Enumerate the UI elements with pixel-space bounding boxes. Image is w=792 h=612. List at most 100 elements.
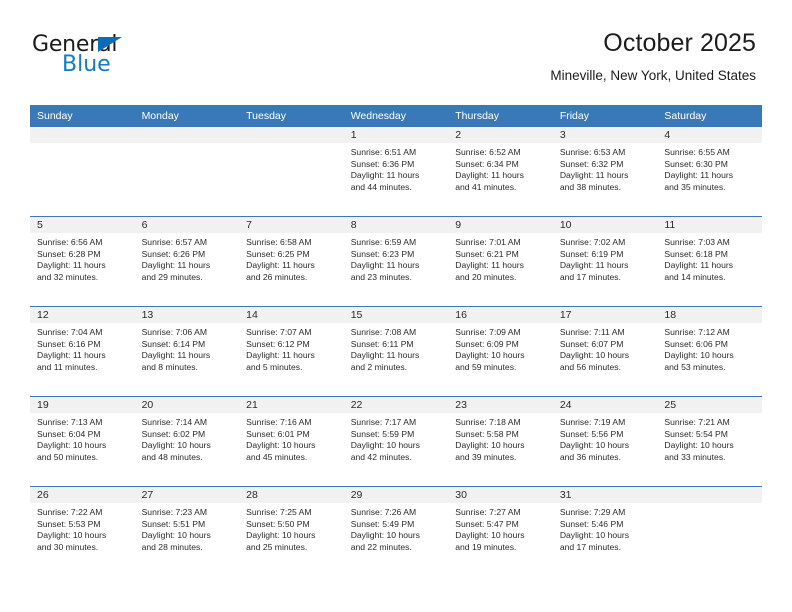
triangle-icon [98,37,122,52]
daylight-text-line2: and 26 minutes. [246,272,308,283]
day-cell[interactable]: 7 Sunrise: 6:58 AM Sunset: 6:25 PM Daylight… [239,216,344,307]
day-cell[interactable]: 20 Sunrise: 7:14 AM Sunset: 6:02 PM Dayligh… [134,396,240,487]
day-cell[interactable]: 12 Sunrise: 7:04 AM Sunset: 6:16 PM Dayligh… [30,306,135,397]
day-number: 5 [30,217,135,233]
day-cell[interactable]: 8 Sunrise: 6:59 AM Sunset: 6:23 PM Daylight… [343,216,449,307]
sunset-text: Sunset: 6:02 PM [141,428,206,439]
day-details: Sunrise: 6:51 AM Sunset: 6:36 PM Daylight:… [344,143,449,194]
daylight-text-line1: Daylight: 11 hours [141,350,211,361]
sunrise-text: Sunrise: 7:23 AM [141,507,208,517]
sunrise-text: Sunrise: 7:29 AM [559,507,626,517]
day-details: Sunrise: 6:53 AM Sunset: 6:32 PM Daylight:… [553,143,658,194]
day-details: Sunrise: 7:02 AM Sunset: 6:19 PM Daylight:… [553,233,658,284]
day-cell[interactable]: 3 Sunrise: 6:53 AM Sunset: 6:32 PM Daylight… [552,127,658,217]
weekday-header-thursday: Thursday [448,105,553,127]
day-cell[interactable]: 15 Sunrise: 7:08 AM Sunset: 6:11 PM Dayligh… [343,306,449,397]
day-cell[interactable]: 31 Sunrise: 7:29 AM Sunset: 5:46 PM Dayligh… [552,486,658,576]
daylight-text-line1: Daylight: 10 hours [37,440,107,451]
daylight-text-line1: Daylight: 11 hours [350,350,420,361]
day-cell[interactable]: 1 Sunrise: 6:51 AM Sunset: 6:36 PM Daylight… [343,127,449,217]
day-number: 6 [134,217,240,233]
day-cell[interactable]: 21 Sunrise: 7:16 AM Sunset: 6:01 PM Dayligh… [239,396,344,487]
daylight-text-line1: Daylight: 10 hours [141,440,211,451]
day-cell-inner: 4 Sunrise: 6:55 AM Sunset: 6:30 PM Daylight… [657,127,762,216]
day-cell[interactable]: 4 Sunrise: 6:55 AM Sunset: 6:30 PM Daylight… [657,127,762,217]
day-cell-inner: 28 Sunrise: 7:25 AM Sunset: 5:50 PM Dayligh… [239,487,344,576]
day-cell[interactable]: 26 Sunrise: 7:22 AM Sunset: 5:53 PM Dayligh… [30,486,135,576]
day-cell[interactable]: 18 Sunrise: 7:12 AM Sunset: 6:06 PM Dayligh… [657,306,762,397]
day-cell[interactable]: 25 Sunrise: 7:21 AM Sunset: 5:54 PM Dayligh… [657,396,762,487]
sunrise-text: Sunrise: 7:04 AM [37,327,103,337]
daylight-text-line2: and 53 minutes. [664,362,726,373]
daylight-text-line1: Daylight: 10 hours [37,530,107,541]
day-cell[interactable]: 14 Sunrise: 7:07 AM Sunset: 6:12 PM Dayligh… [239,306,344,397]
day-details: Sunrise: 7:03 AM Sunset: 6:18 PM Daylight:… [657,233,762,284]
week-row: 26 Sunrise: 7:22 AM Sunset: 5:53 PM Dayligh… [30,486,762,576]
day-cell-inner: 17 Sunrise: 7:11 AM Sunset: 6:07 PM Dayligh… [552,307,658,396]
sunrise-text: Sunrise: 6:52 AM [455,147,521,157]
daylight-text-line1: Daylight: 11 hours [664,170,734,181]
sunrise-text: Sunrise: 7:02 AM [559,237,626,247]
day-details: Sunrise: 7:25 AM Sunset: 5:50 PM Daylight:… [239,503,344,554]
day-cell[interactable]: 30 Sunrise: 7:27 AM Sunset: 5:47 PM Dayligh… [448,486,553,576]
day-details: Sunrise: 6:56 AM Sunset: 6:28 PM Daylight:… [30,233,135,284]
day-number [239,127,344,143]
day-details: Sunrise: 7:18 AM Sunset: 5:58 PM Daylight:… [448,413,553,464]
daylight-text-line1: Daylight: 11 hours [37,260,106,271]
daylight-text-line2: and 30 minutes. [37,542,99,553]
day-cell[interactable]: 22 Sunrise: 7:17 AM Sunset: 5:59 PM Dayligh… [343,396,449,487]
weekday-header-tuesday: Tuesday [239,105,344,127]
day-details: Sunrise: 7:14 AM Sunset: 6:02 PM Daylight:… [135,413,240,464]
day-cell[interactable]: 29 Sunrise: 7:26 AM Sunset: 5:49 PM Dayligh… [343,486,449,576]
day-cell-empty [134,127,240,217]
day-number: 7 [239,217,344,233]
day-cell-inner: 5 Sunrise: 6:56 AM Sunset: 6:28 PM Daylight… [30,217,135,306]
day-cell[interactable]: 2 Sunrise: 6:52 AM Sunset: 6:34 PM Daylight… [448,127,553,217]
day-number: 9 [448,217,553,233]
daylight-text-line1: Daylight: 11 hours [246,350,315,361]
day-cell[interactable]: 16 Sunrise: 7:09 AM Sunset: 6:09 PM Dayligh… [448,306,553,397]
day-details: Sunrise: 7:27 AM Sunset: 5:47 PM Daylight:… [448,503,553,554]
sunrise-text: Sunrise: 7:26 AM [350,507,417,517]
day-cell-inner: 19 Sunrise: 7:13 AM Sunset: 6:04 PM Dayligh… [30,397,135,486]
sunset-text: Sunset: 6:28 PM [37,248,101,259]
day-cell[interactable]: 5 Sunrise: 6:56 AM Sunset: 6:28 PM Daylight… [30,216,135,307]
day-cell[interactable]: 11 Sunrise: 7:03 AM Sunset: 6:18 PM Dayligh… [657,216,762,307]
day-cell-inner: 12 Sunrise: 7:04 AM Sunset: 6:16 PM Dayligh… [30,307,135,396]
sunrise-text: Sunrise: 7:25 AM [246,507,312,517]
logo-text-blue: Blue [62,52,111,77]
day-cell[interactable]: 27 Sunrise: 7:23 AM Sunset: 5:51 PM Dayligh… [134,486,240,576]
page-title: October 2025 [603,29,756,57]
day-details: Sunrise: 7:19 AM Sunset: 5:56 PM Daylight:… [553,413,658,464]
day-cell[interactable]: 24 Sunrise: 7:19 AM Sunset: 5:56 PM Dayligh… [552,396,658,487]
day-number: 21 [239,397,344,413]
sunrise-text: Sunrise: 6:56 AM [37,237,103,247]
daylight-text-line2: and 28 minutes. [141,542,203,553]
day-cell[interactable]: 6 Sunrise: 6:57 AM Sunset: 6:26 PM Daylight… [134,216,240,307]
day-number: 11 [657,217,762,233]
day-number: 22 [343,397,449,413]
daylight-text-line2: and 29 minutes. [141,272,203,283]
day-cell[interactable]: 17 Sunrise: 7:11 AM Sunset: 6:07 PM Dayligh… [552,306,658,397]
sunrise-text: Sunrise: 6:51 AM [350,147,417,157]
sunset-text: Sunset: 6:07 PM [559,338,624,349]
day-details: Sunrise: 7:04 AM Sunset: 6:16 PM Daylight:… [30,323,135,374]
day-number: 3 [552,127,658,143]
day-cell[interactable]: 10 Sunrise: 7:02 AM Sunset: 6:19 PM Dayligh… [552,216,658,307]
day-details: Sunrise: 7:23 AM Sunset: 5:51 PM Daylight:… [135,503,240,554]
daylight-text-line2: and 25 minutes. [246,542,308,553]
day-cell[interactable]: 13 Sunrise: 7:06 AM Sunset: 6:14 PM Dayligh… [134,306,240,397]
daylight-text-line1: Daylight: 10 hours [664,350,734,361]
day-cell[interactable]: 23 Sunrise: 7:18 AM Sunset: 5:58 PM Dayligh… [448,396,553,487]
calendar-table: Sunday Monday Tuesday Wednesday Thursday Frid… [30,105,762,576]
day-cell[interactable]: 28 Sunrise: 7:25 AM Sunset: 5:50 PM Dayligh… [239,486,344,576]
daylight-text-line2: and 19 minutes. [455,542,517,553]
day-details: Sunrise: 7:07 AM Sunset: 6:12 PM Daylight:… [239,323,344,374]
day-cell[interactable]: 19 Sunrise: 7:13 AM Sunset: 6:04 PM Dayligh… [30,396,135,487]
sunset-text: Sunset: 5:56 PM [559,428,624,439]
day-cell[interactable]: 9 Sunrise: 7:01 AM Sunset: 6:21 PM Daylight… [448,216,553,307]
day-number: 20 [134,397,240,413]
sunset-text: Sunset: 6:06 PM [664,338,728,349]
day-details: Sunrise: 6:57 AM Sunset: 6:26 PM Daylight:… [135,233,240,284]
general-blue-logo[interactable]: General Blue [32,32,212,82]
